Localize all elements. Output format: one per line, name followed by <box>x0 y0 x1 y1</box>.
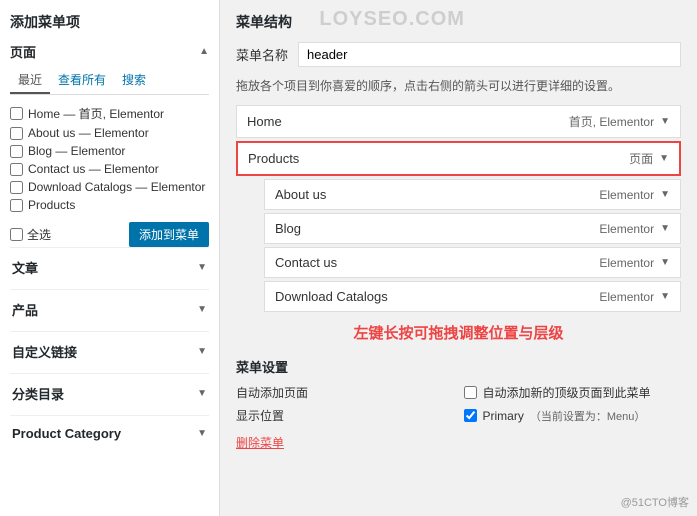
product-category-arrow-icon: ▼ <box>197 428 207 439</box>
category-dir-arrow-icon: ▼ <box>197 388 207 399</box>
select-all-row: 全选 添加到菜单 <box>10 222 209 247</box>
right-panel-title: 菜单结构 <box>236 12 681 32</box>
list-item: Blog — Elementor <box>10 142 209 160</box>
menu-item-contact-us[interactable]: Contact us Elementor ▼ <box>264 247 681 278</box>
menu-name-input[interactable] <box>298 42 681 67</box>
chevron-down-icon[interactable]: ▼ <box>660 291 670 302</box>
custom-links-section: 自定义链接 ▼ <box>10 331 209 373</box>
menu-item-blog[interactable]: Blog Elementor ▼ <box>264 213 681 244</box>
display-position-row: 显示位置 <box>236 407 454 424</box>
menu-name-label: 菜单名称 <box>236 45 288 64</box>
select-all-checkbox[interactable] <box>10 228 23 241</box>
page-checkbox-0[interactable] <box>10 107 23 120</box>
primary-row: Primary （当前设置为：Menu） <box>464 407 682 424</box>
page-checkbox-5[interactable] <box>10 199 23 212</box>
pages-arrow-icon: ▲ <box>199 46 209 57</box>
category-dir-section: 分类目录 ▼ <box>10 373 209 415</box>
articles-section: 文章 ▼ <box>10 247 209 289</box>
page-checkbox-4[interactable] <box>10 181 23 194</box>
menu-item-about-us[interactable]: About us Elementor ▼ <box>264 179 681 210</box>
select-all-label[interactable]: 全选 <box>10 226 51 243</box>
tab-recent[interactable]: 最近 <box>10 67 50 94</box>
right-panel: 菜单结构 菜单名称 拖放各个项目到你喜爱的顺序，点击右侧的箭头可以进行更详细的设… <box>220 0 697 516</box>
custom-links-section-title[interactable]: 自定义链接 ▼ <box>10 342 209 361</box>
chevron-down-icon[interactable]: ▼ <box>660 223 670 234</box>
chevron-down-icon[interactable]: ▼ <box>660 189 670 200</box>
auto-add-top-row: 自动添加新的顶级页面到此菜单 <box>464 384 682 401</box>
add-to-menu-button[interactable]: 添加到菜单 <box>129 222 209 247</box>
tab-search[interactable]: 搜索 <box>114 67 154 94</box>
list-item: Products <box>10 196 209 214</box>
drag-hint: 左键长按可拖拽调整位置与层级 <box>236 322 681 343</box>
tab-all[interactable]: 查看所有 <box>50 67 114 94</box>
auto-add-top-checkbox[interactable] <box>464 386 477 399</box>
category-dir-section-title[interactable]: 分类目录 ▼ <box>10 384 209 403</box>
list-item: About us — Elementor <box>10 124 209 142</box>
page-checkbox-1[interactable] <box>10 127 23 140</box>
left-panel-title: 添加菜单项 <box>10 12 209 32</box>
menu-item-products[interactable]: Products 页面 ▼ <box>236 141 681 176</box>
pages-list: Home — 首页, Elementor About us — Elemento… <box>10 103 209 214</box>
menu-settings-title: 菜单设置 <box>236 357 681 376</box>
chevron-down-icon[interactable]: ▼ <box>660 116 670 127</box>
menu-settings: 菜单设置 自动添加页面 自动添加新的顶级页面到此菜单 显示位置 Primary … <box>236 357 681 424</box>
list-item: Home — 首页, Elementor <box>10 103 209 124</box>
delete-menu-link[interactable]: 删除菜单 <box>236 436 284 450</box>
chevron-down-icon[interactable]: ▼ <box>659 153 669 164</box>
product-category-section: Product Category ▼ <box>10 415 209 453</box>
list-item: Contact us — Elementor <box>10 160 209 178</box>
settings-grid: 自动添加页面 自动添加新的顶级页面到此菜单 显示位置 Primary （当前设置… <box>236 384 681 424</box>
custom-links-arrow-icon: ▼ <box>197 346 207 357</box>
menu-item-home[interactable]: Home 首页, Elementor ▼ <box>236 105 681 138</box>
products-section-title[interactable]: 产品 ▼ <box>10 300 209 319</box>
hint-text: 拖放各个项目到你喜爱的顺序，点击右侧的箭头可以进行更详细的设置。 <box>236 77 681 95</box>
menu-name-row: 菜单名称 <box>236 42 681 67</box>
page-checkbox-2[interactable] <box>10 145 23 158</box>
auto-add-row: 自动添加页面 <box>236 384 454 401</box>
chevron-down-icon[interactable]: ▼ <box>660 257 670 268</box>
articles-arrow-icon: ▼ <box>197 262 207 273</box>
products-section: 产品 ▼ <box>10 289 209 331</box>
menu-item-download-catalogs[interactable]: Download Catalogs Elementor ▼ <box>264 281 681 312</box>
page-checkbox-3[interactable] <box>10 163 23 176</box>
pages-section-title[interactable]: 页面 ▲ <box>10 42 209 61</box>
articles-section-title[interactable]: 文章 ▼ <box>10 258 209 277</box>
menu-items-list: Home 首页, Elementor ▼ Products 页面 ▼ About… <box>236 105 681 312</box>
product-category-section-title[interactable]: Product Category ▼ <box>10 426 209 441</box>
page-tabs: 最近 查看所有 搜索 <box>10 67 209 95</box>
products-arrow-icon: ▼ <box>197 304 207 315</box>
left-panel: 添加菜单项 页面 ▲ 最近 查看所有 搜索 Home — 首页, Element… <box>0 0 220 516</box>
primary-checkbox[interactable] <box>464 409 477 422</box>
list-item: Download Catalogs — Elementor <box>10 178 209 196</box>
